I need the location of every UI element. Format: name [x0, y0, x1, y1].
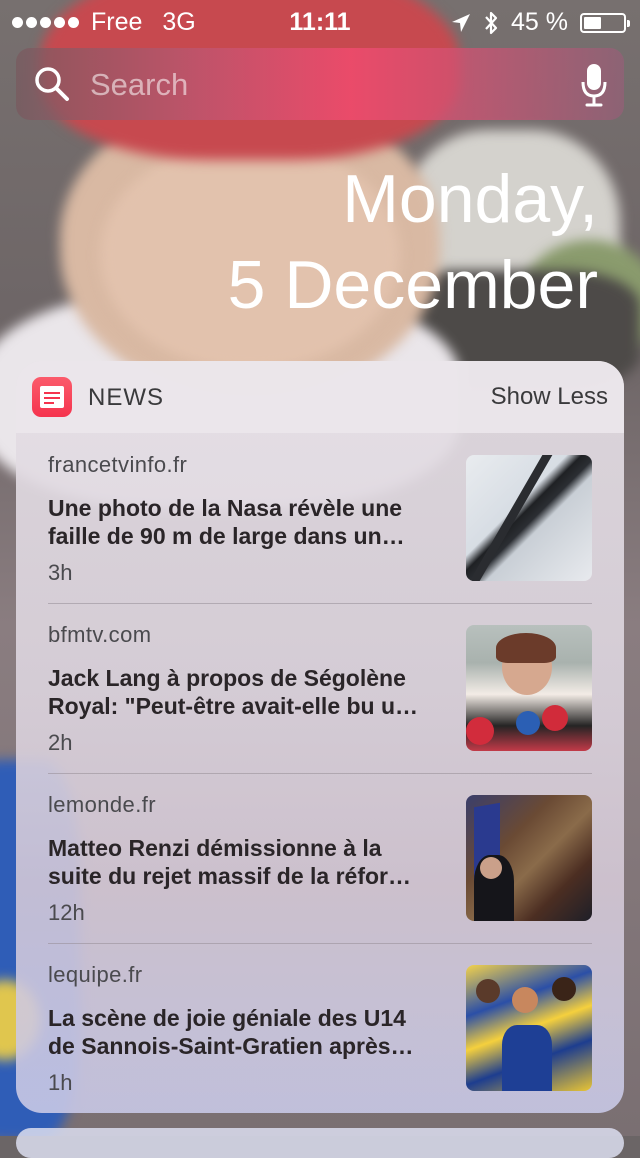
bluetooth-icon [485, 11, 498, 34]
news-thumbnail [466, 965, 592, 1091]
news-headline: La scène de joie géniale des U14 de Sann… [48, 1005, 414, 1059]
news-age: 1h [48, 1070, 73, 1095]
news-thumbnail [466, 795, 592, 921]
show-less-button[interactable]: Show Less [491, 383, 608, 411]
news-app-icon[interactable] [32, 377, 72, 417]
news-list: francetvinfo.fr Une photo de la Nasa rév… [16, 433, 624, 1113]
news-age: 3h [48, 560, 73, 585]
battery-percent: 45 % [511, 8, 568, 36]
weekday-label: Monday, [342, 161, 598, 237]
news-item[interactable]: francetvinfo.fr Une photo de la Nasa rév… [16, 433, 624, 603]
news-headline: Matteo Renzi démissionne à la suite du r… [48, 835, 412, 889]
news-source: lemonde.fr [48, 792, 156, 817]
news-headline: Une photo de la Nasa révèle une faille d… [48, 495, 405, 549]
day-month-label: 5 December [227, 247, 598, 323]
news-source: francetvinfo.fr [48, 452, 188, 477]
search-icon [35, 67, 69, 101]
news-headline: Jack Lang à propos de Ségolène Royal: "P… [48, 665, 419, 719]
news-item[interactable]: bfmtv.com Jack Lang à propos de Ségolène… [16, 603, 624, 773]
news-widget-header: NEWS Show Less [16, 361, 624, 433]
news-thumbnail [466, 625, 592, 751]
location-arrow-icon [452, 13, 471, 32]
date-display: Monday, 5 December [228, 156, 598, 328]
status-bar: Free 3G 11:11 45 % [0, 0, 640, 40]
microphone-icon[interactable] [580, 62, 608, 108]
next-widget-edge [16, 1128, 624, 1158]
news-item[interactable]: lemonde.fr Matteo Renzi démissionne à la… [16, 773, 624, 943]
news-thumbnail [466, 455, 592, 581]
news-age: 2h [48, 730, 73, 755]
battery-icon [580, 12, 630, 33]
news-age: 12h [48, 900, 85, 925]
news-source: lequipe.fr [48, 962, 143, 987]
news-item[interactable]: lequipe.fr La scène de joie géniale des … [16, 943, 624, 1113]
search-input[interactable] [88, 62, 562, 108]
search-bar[interactable] [16, 48, 624, 120]
news-widget: NEWS Show Less francetvinfo.fr Une photo… [16, 361, 624, 1113]
news-widget-title: NEWS [88, 384, 164, 411]
news-source: bfmtv.com [48, 622, 152, 647]
